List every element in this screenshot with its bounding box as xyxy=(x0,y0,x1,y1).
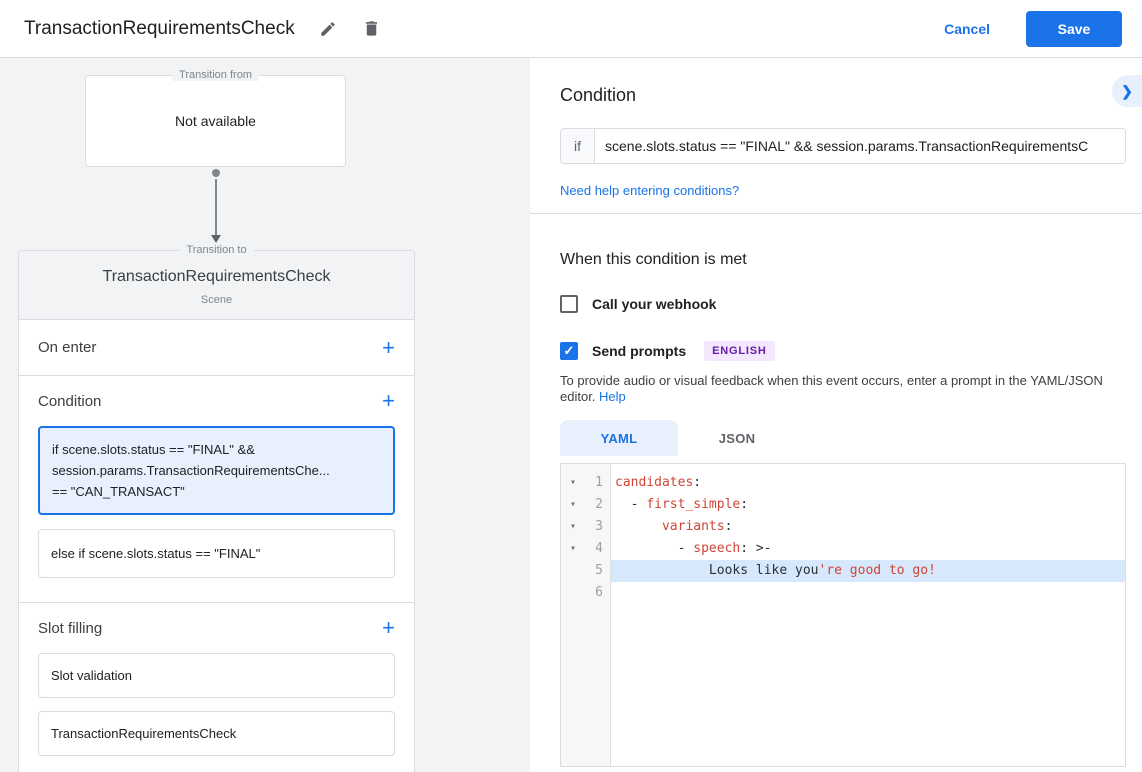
prompt-description-text: To provide audio or visual feedback when… xyxy=(560,373,1103,404)
add-slot-icon[interactable]: + xyxy=(382,617,395,639)
connector-line xyxy=(215,179,217,236)
webhook-row: Call your webhook xyxy=(560,295,1126,313)
condition-card-line: == "CAN_TRANSACT" xyxy=(52,481,381,502)
if-label: if xyxy=(561,129,595,163)
transition-to-label: Transition to xyxy=(179,244,253,256)
slot-filling-label: Slot filling xyxy=(38,620,102,637)
line-number: 3 xyxy=(585,516,611,538)
transition-from-label: Transition from xyxy=(172,69,259,81)
editor-line[interactable]: ▾4 - speech: >- xyxy=(561,538,1125,560)
scene-editor-page: TransactionRequirementsCheck Cancel Save… xyxy=(0,0,1142,772)
editor-line[interactable]: ▾1candidates: xyxy=(561,472,1125,494)
fold-arrow-icon[interactable]: ▾ xyxy=(561,516,585,538)
send-prompts-row: ✓ Send prompts ENGLISH xyxy=(560,341,1126,361)
save-button[interactable]: Save xyxy=(1026,11,1122,47)
condition-section-label: Condition xyxy=(38,393,101,410)
send-prompts-label: Send prompts xyxy=(592,343,686,359)
tab-yaml[interactable]: YAML xyxy=(560,420,678,456)
webhook-label: Call your webhook xyxy=(592,296,716,312)
fold-arrow-icon[interactable]: ▾ xyxy=(561,472,585,494)
code-line: - speech: >- xyxy=(611,538,1125,560)
condition-card-line: else if scene.slots.status == "FINAL" xyxy=(51,543,382,564)
condition-section: Condition + if scene.slots.status == "FI… xyxy=(19,376,414,603)
transition-to-card: Transition to TransactionRequirementsChe… xyxy=(18,250,415,772)
when-condition-title: When this condition is met xyxy=(560,251,1126,269)
add-on-enter-icon[interactable]: + xyxy=(382,337,395,359)
line-number: 1 xyxy=(585,472,611,494)
line-number: 5 xyxy=(585,560,611,582)
scene-type-label: Scene xyxy=(29,294,404,306)
condition-expression-input[interactable] xyxy=(595,129,1125,163)
scene-graph-panel: Transition from Not available Transition… xyxy=(0,58,530,772)
prompt-description: To provide audio or visual feedback when… xyxy=(560,373,1126,405)
send-prompts-checkbox[interactable]: ✓ xyxy=(560,342,578,360)
editor-tabs: YAML JSON xyxy=(560,420,1126,456)
line-number: 6 xyxy=(585,582,611,604)
scene-name: TransactionRequirementsCheck xyxy=(29,268,404,286)
slot-card-validation[interactable]: Slot validation xyxy=(38,653,395,698)
line-number: 2 xyxy=(585,494,611,516)
code-line xyxy=(611,582,1125,604)
condition-card-selected[interactable]: if scene.slots.status == "FINAL" && sess… xyxy=(38,426,395,515)
code-line: - first_simple: xyxy=(611,494,1125,516)
on-enter-row[interactable]: On enter + xyxy=(19,320,414,376)
language-badge: ENGLISH xyxy=(704,341,775,361)
fold-spacer xyxy=(561,560,585,582)
section-divider xyxy=(530,213,1142,214)
connector-arrow-icon xyxy=(211,235,221,243)
check-icon: ✓ xyxy=(564,343,575,359)
code-line: candidates: xyxy=(611,472,1125,494)
on-enter-label: On enter xyxy=(38,339,96,356)
connector-dot xyxy=(212,169,220,177)
conditions-help-link[interactable]: Need help entering conditions? xyxy=(560,183,739,198)
edit-title-icon[interactable] xyxy=(317,18,339,40)
topbar-actions: Cancel Save xyxy=(944,11,1142,47)
code-line: variants: xyxy=(611,516,1125,538)
transition-from-value: Not available xyxy=(175,113,256,129)
help-link[interactable]: Help xyxy=(599,389,626,404)
code-line: Looks like you're good to go! xyxy=(611,560,1125,582)
slot-filling-section: Slot filling + Slot validation Transacti… xyxy=(19,603,414,772)
fold-spacer xyxy=(561,582,585,604)
editor-line[interactable]: ▾3 variants: xyxy=(561,516,1125,538)
collapse-panel-button[interactable]: ❯ xyxy=(1112,75,1142,107)
editor-line[interactable]: 6 xyxy=(561,582,1125,604)
delete-icon[interactable] xyxy=(361,18,383,40)
transition-from-box: Transition from Not available xyxy=(85,75,346,167)
condition-card-line: session.params.TransactionRequirementsCh… xyxy=(52,460,381,481)
yaml-code-editor[interactable]: ▾1candidates:▾2 - first_simple:▾3 varian… xyxy=(560,463,1126,767)
scene-card-header: TransactionRequirementsCheck Scene xyxy=(19,251,414,320)
fold-arrow-icon[interactable]: ▾ xyxy=(561,494,585,516)
topbar: TransactionRequirementsCheck Cancel Save xyxy=(0,0,1142,58)
panel-title: Condition xyxy=(560,85,1126,106)
page-title: TransactionRequirementsCheck xyxy=(24,18,295,40)
fold-arrow-icon[interactable]: ▾ xyxy=(561,538,585,560)
slot-card-transaction[interactable]: TransactionRequirementsCheck xyxy=(38,711,395,756)
editor-line[interactable]: 5 Looks like you're good to go! xyxy=(561,560,1125,582)
tab-json[interactable]: JSON xyxy=(678,420,796,456)
editor-line[interactable]: ▾2 - first_simple: xyxy=(561,494,1125,516)
condition-detail-panel: ❯ Condition if Need help entering condit… xyxy=(530,58,1142,772)
chevron-right-icon: ❯ xyxy=(1121,83,1133,100)
cancel-button[interactable]: Cancel xyxy=(944,21,990,37)
condition-expression-row: if xyxy=(560,128,1126,164)
condition-card[interactable]: else if scene.slots.status == "FINAL" xyxy=(38,529,395,578)
add-condition-icon[interactable]: + xyxy=(382,390,395,412)
webhook-checkbox[interactable] xyxy=(560,295,578,313)
condition-card-line: if scene.slots.status == "FINAL" && xyxy=(52,439,381,460)
line-number: 4 xyxy=(585,538,611,560)
yaml-editor-lines: ▾1candidates:▾2 - first_simple:▾3 varian… xyxy=(561,464,1125,604)
